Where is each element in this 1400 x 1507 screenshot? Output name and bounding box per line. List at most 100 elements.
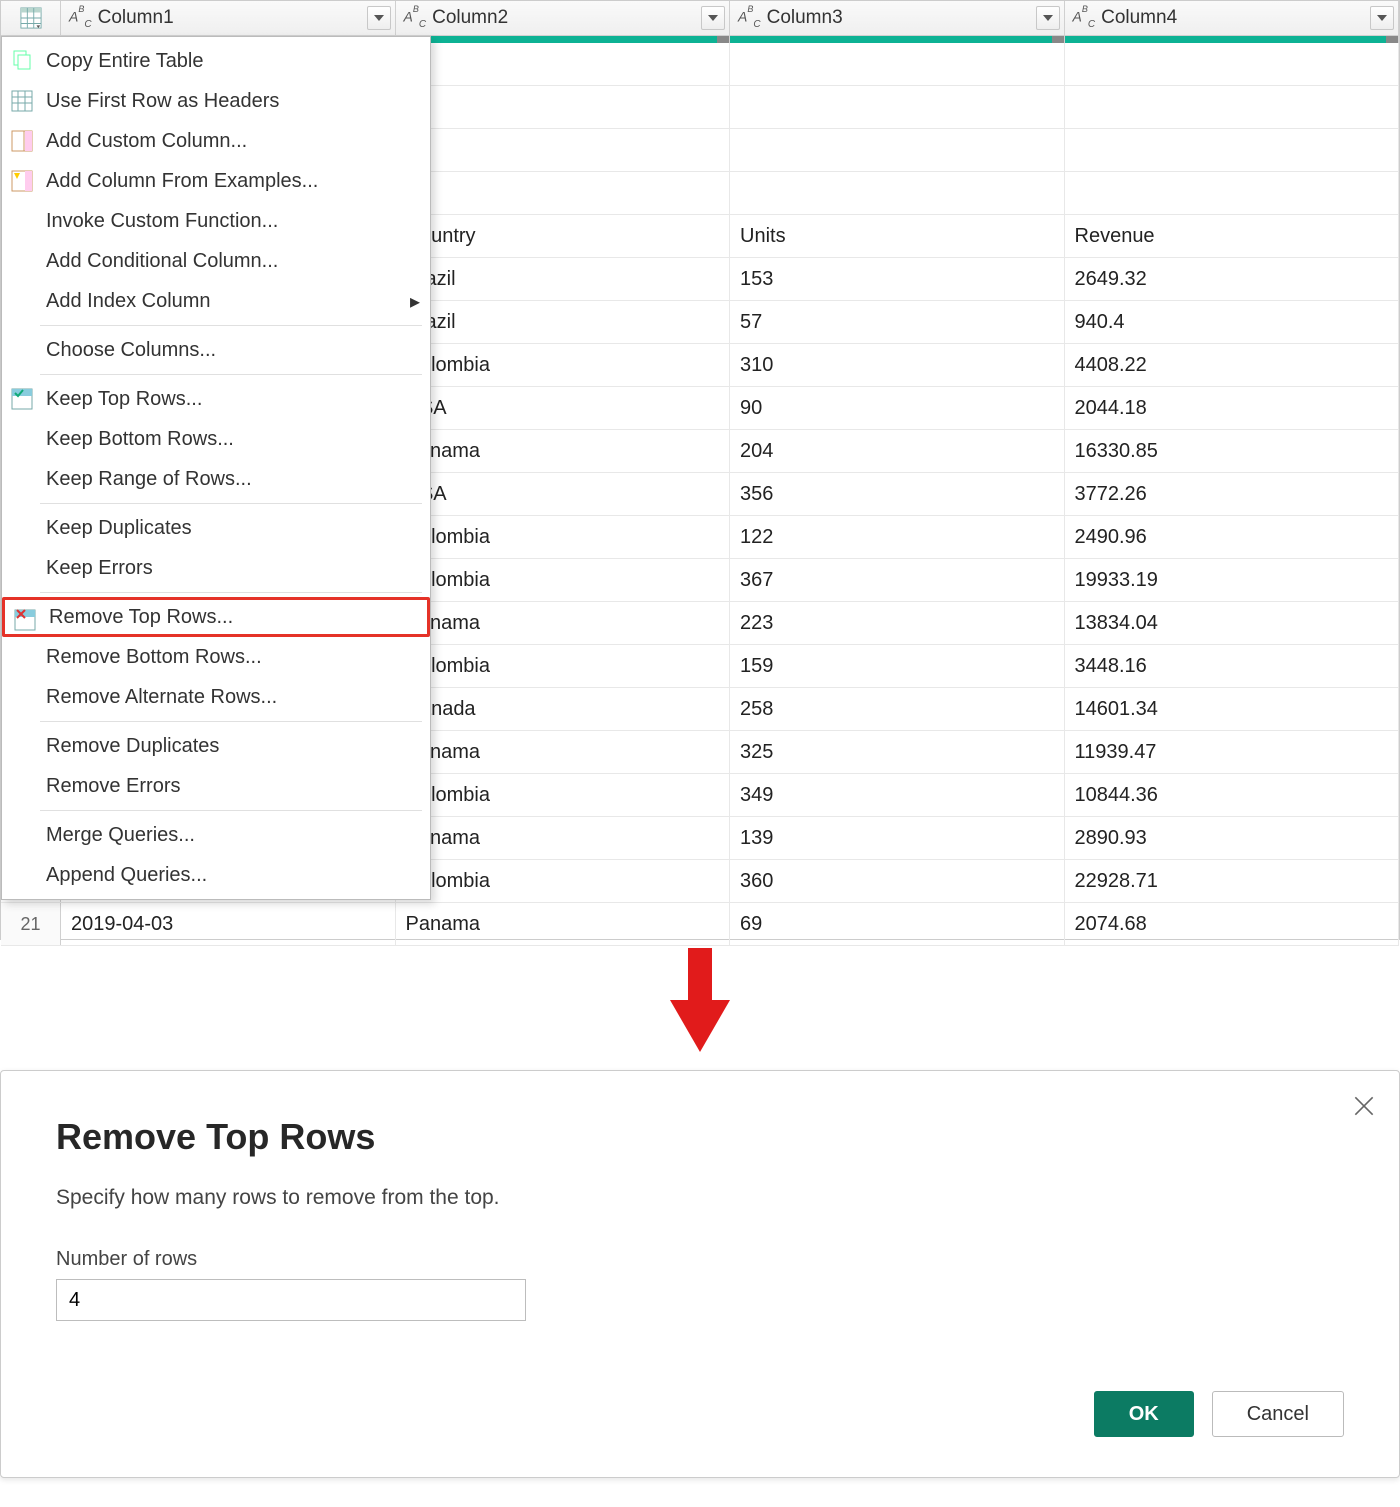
cell[interactable]: Country	[396, 215, 731, 257]
cell[interactable]: 2890.93	[1065, 817, 1400, 859]
filter-dropdown-icon[interactable]	[701, 6, 725, 30]
cell[interactable]: 223	[730, 602, 1065, 644]
cell[interactable]: Units	[730, 215, 1065, 257]
cell[interactable]: 122	[730, 516, 1065, 558]
ok-button[interactable]: OK	[1094, 1391, 1194, 1437]
menu-item-keep-top-rows[interactable]: Keep Top Rows...	[2, 379, 430, 419]
menu-item-add-custom-column[interactable]: Add Custom Column...	[2, 121, 430, 161]
cell[interactable]: 2649.32	[1065, 258, 1400, 300]
cell[interactable]: 139	[730, 817, 1065, 859]
column-header-column3[interactable]: ABC Column3	[730, 1, 1065, 35]
cell[interactable]: USA	[396, 473, 731, 515]
filter-dropdown-icon[interactable]	[1036, 6, 1060, 30]
menu-item-remove-errors[interactable]: Remove Errors	[2, 766, 430, 806]
cell[interactable]: 153	[730, 258, 1065, 300]
cell[interactable]	[396, 172, 731, 214]
menu-item-remove-duplicates[interactable]: Remove Duplicates	[2, 726, 430, 766]
cell[interactable]	[1065, 172, 1400, 214]
menu-item-keep-bottom-rows[interactable]: Keep Bottom Rows...	[2, 419, 430, 459]
cell[interactable]: 57	[730, 301, 1065, 343]
cell[interactable]: Colombia	[396, 516, 731, 558]
menu-item-copy-entire-table[interactable]: Copy Entire Table	[2, 41, 430, 81]
cell[interactable]: Panama	[396, 430, 731, 472]
cancel-button[interactable]: Cancel	[1212, 1391, 1344, 1437]
cell[interactable]: 356	[730, 473, 1065, 515]
cell[interactable]: 940.4	[1065, 301, 1400, 343]
menu-item-remove-bottom-rows[interactable]: Remove Bottom Rows...	[2, 637, 430, 677]
close-icon[interactable]	[1351, 1093, 1377, 1119]
cell[interactable]	[1065, 129, 1400, 171]
menu-item-keep-errors[interactable]: Keep Errors	[2, 548, 430, 588]
column-header-column4[interactable]: ABC Column4	[1065, 1, 1400, 35]
menu-item-choose-columns[interactable]: Choose Columns...	[2, 330, 430, 370]
cell[interactable]: 310	[730, 344, 1065, 386]
cell[interactable]: Panama	[396, 731, 731, 773]
cell[interactable]: 11939.47	[1065, 731, 1400, 773]
cell[interactable]: 3448.16	[1065, 645, 1400, 687]
menu-item-append-queries[interactable]: Append Queries...	[2, 855, 430, 895]
cell[interactable]: Panama	[396, 602, 731, 644]
cell[interactable]: Colombia	[396, 645, 731, 687]
menu-item-add-conditional-column[interactable]: Add Conditional Column...	[2, 241, 430, 281]
menu-item-add-column-from-examples[interactable]: Add Column From Examples...	[2, 161, 430, 201]
menu-item-label: Remove Alternate Rows...	[46, 686, 277, 709]
cell[interactable]: 3772.26	[1065, 473, 1400, 515]
cell[interactable]: 19933.19	[1065, 559, 1400, 601]
cell[interactable]: Brazil	[396, 301, 731, 343]
number-of-rows-input[interactable]	[56, 1279, 526, 1321]
cell[interactable]: Revenue	[1065, 215, 1400, 257]
menu-item-remove-alternate-rows[interactable]: Remove Alternate Rows...	[2, 677, 430, 717]
cell[interactable]	[730, 86, 1065, 128]
cell[interactable]: 22928.71	[1065, 860, 1400, 902]
menu-item-add-index-column[interactable]: Add Index Column▸	[2, 281, 430, 321]
cell[interactable]: Canada	[396, 688, 731, 730]
cell[interactable]	[730, 129, 1065, 171]
cell[interactable]	[1065, 43, 1400, 85]
cell[interactable]: 69	[730, 903, 1065, 945]
cell[interactable]	[1065, 86, 1400, 128]
table-menu-button[interactable]	[1, 1, 61, 35]
cell[interactable]	[730, 172, 1065, 214]
cell[interactable]: 159	[730, 645, 1065, 687]
cell[interactable]: Panama	[396, 817, 731, 859]
filter-dropdown-icon[interactable]	[1370, 6, 1394, 30]
cell[interactable]: Colombia	[396, 774, 731, 816]
cell[interactable]	[396, 86, 731, 128]
menu-item-use-first-row-as-headers[interactable]: Use First Row as Headers	[2, 81, 430, 121]
filter-dropdown-icon[interactable]	[367, 6, 391, 30]
cell[interactable]: 2490.96	[1065, 516, 1400, 558]
cell[interactable]: Panama	[396, 903, 731, 945]
cell[interactable]: Brazil	[396, 258, 731, 300]
cell[interactable]: 4408.22	[1065, 344, 1400, 386]
cell[interactable]	[730, 43, 1065, 85]
menu-item-keep-duplicates[interactable]: Keep Duplicates	[2, 508, 430, 548]
menu-item-label: Use First Row as Headers	[46, 90, 279, 113]
cell[interactable]: Colombia	[396, 860, 731, 902]
menu-item-keep-range-of-rows[interactable]: Keep Range of Rows...	[2, 459, 430, 499]
cell[interactable]: 10844.36	[1065, 774, 1400, 816]
cell[interactable]: Colombia	[396, 344, 731, 386]
cell[interactable]: 2019-04-03	[61, 903, 396, 945]
cell[interactable]: USA	[396, 387, 731, 429]
menu-item-merge-queries[interactable]: Merge Queries...	[2, 815, 430, 855]
menu-item-remove-top-rows[interactable]: Remove Top Rows...	[2, 597, 430, 637]
menu-item-invoke-custom-function[interactable]: Invoke Custom Function...	[2, 201, 430, 241]
cell[interactable]: 16330.85	[1065, 430, 1400, 472]
cell[interactable]: 258	[730, 688, 1065, 730]
cell[interactable]: 13834.04	[1065, 602, 1400, 644]
column-header-column2[interactable]: ABC Column2	[396, 1, 731, 35]
cell[interactable]: 2074.68	[1065, 903, 1400, 945]
cell[interactable]: Colombia	[396, 559, 731, 601]
cell[interactable]: 349	[730, 774, 1065, 816]
menu-item-label: Add Index Column	[46, 290, 211, 313]
cell[interactable]: 90	[730, 387, 1065, 429]
cell[interactable]	[396, 129, 731, 171]
cell[interactable]: 325	[730, 731, 1065, 773]
cell[interactable]: 2044.18	[1065, 387, 1400, 429]
cell[interactable]: 204	[730, 430, 1065, 472]
cell[interactable]	[396, 43, 731, 85]
cell[interactable]: 14601.34	[1065, 688, 1400, 730]
column-header-column1[interactable]: ABC Column1	[61, 1, 396, 35]
cell[interactable]: 360	[730, 860, 1065, 902]
cell[interactable]: 367	[730, 559, 1065, 601]
